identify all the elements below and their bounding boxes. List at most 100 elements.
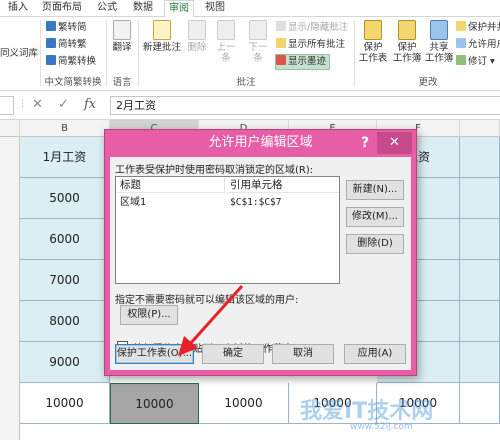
ribbon: 同义词库 繁转简 简转繁 简繁转换 中文简繁转换 翻译 语言 新建批注 删除 上… bbox=[0, 17, 500, 91]
cancel-button[interactable]: 取消 bbox=[272, 344, 334, 364]
modify-range-button[interactable]: 修改(M)... bbox=[346, 207, 404, 227]
group-separator bbox=[138, 20, 139, 86]
tab-view[interactable]: 视图 bbox=[202, 0, 228, 17]
column-title-header[interactable]: 标题 bbox=[117, 178, 225, 193]
cell-g6[interactable] bbox=[460, 342, 500, 383]
label: 简繁转换 bbox=[58, 56, 97, 67]
cell-g1[interactable] bbox=[460, 137, 500, 178]
group-label-comments: 批注 bbox=[236, 77, 256, 88]
label: 显示/隐藏批注 bbox=[288, 22, 349, 33]
cell-g5[interactable] bbox=[460, 301, 500, 342]
cancel-icon[interactable]: ✕ bbox=[32, 97, 43, 112]
protect-workbook-icon bbox=[398, 20, 416, 40]
row-headers bbox=[0, 137, 20, 440]
cell-b4[interactable]: 7000 bbox=[20, 260, 110, 301]
track-changes-button[interactable]: 修订 ▾ bbox=[456, 55, 495, 69]
close-icon[interactable]: ✕ bbox=[377, 132, 412, 154]
tab-data[interactable]: 数据 bbox=[130, 0, 156, 17]
column-header-b[interactable]: B bbox=[20, 120, 110, 137]
cell-b5[interactable]: 8000 bbox=[20, 301, 110, 342]
edit-ranges-icon bbox=[456, 38, 466, 48]
tab-page-layout[interactable]: 页面布局 bbox=[40, 0, 84, 17]
conversion-icon bbox=[46, 55, 56, 65]
allow-edit-ranges-button[interactable]: 允许用户 bbox=[456, 38, 500, 52]
next-comment-icon bbox=[249, 20, 267, 40]
cell-b2[interactable]: 5000 bbox=[20, 178, 110, 219]
protect-and-share-button[interactable]: 保护并共 bbox=[456, 21, 500, 35]
label: 新建批注 bbox=[142, 42, 181, 53]
comments-icon bbox=[276, 38, 286, 48]
share-workbook-button[interactable]: 共享 工作簿 bbox=[424, 20, 454, 64]
delete-comment-button[interactable]: 删除 bbox=[186, 20, 208, 53]
label: 显示墨迹 bbox=[288, 56, 327, 67]
cell-b1[interactable]: 1月工资 bbox=[20, 137, 110, 178]
insert-function-icon[interactable]: fx bbox=[84, 97, 96, 112]
group-label-language: 语言 bbox=[112, 77, 132, 88]
traditional-to-simplified-button[interactable]: 繁转简 bbox=[46, 21, 87, 35]
show-all-comments-button[interactable]: 显示所有批注 bbox=[276, 38, 345, 52]
formula-input[interactable]: 2月工资 bbox=[110, 96, 500, 115]
tab-insert[interactable]: 插入 bbox=[4, 0, 32, 17]
group-label-changes: 更改 bbox=[418, 77, 438, 88]
watermark: 我爱IT技术网 bbox=[300, 399, 434, 424]
label: 保护并共 bbox=[468, 22, 500, 33]
group-separator bbox=[106, 20, 107, 86]
chinese-conversion-button[interactable]: 简繁转换 bbox=[46, 55, 96, 69]
protect-workbook-button[interactable]: 保护 工作簿 bbox=[392, 20, 422, 64]
group-label-chinese: 中文简繁转换 bbox=[44, 77, 102, 88]
label: 保护 bbox=[363, 42, 383, 53]
translate-icon bbox=[113, 20, 131, 40]
track-changes-icon bbox=[456, 55, 466, 65]
group-separator bbox=[40, 20, 41, 86]
cell-b7[interactable]: 10000 bbox=[20, 383, 110, 424]
share-workbook-icon bbox=[430, 20, 448, 40]
delete-range-button[interactable]: 删除(D) bbox=[346, 234, 404, 254]
show-hide-comment-button[interactable]: 显示/隐藏批注 bbox=[276, 21, 348, 35]
tab-formulas[interactable]: 公式 bbox=[94, 0, 120, 17]
previous-comment-button[interactable]: 上一条 bbox=[212, 20, 240, 64]
ranges-listbox[interactable]: 标题 引用单元格 区域1 $C$1:$C$7 bbox=[115, 176, 340, 284]
group-separator bbox=[354, 20, 355, 86]
thesaurus-button[interactable]: 同义词库 bbox=[0, 47, 38, 61]
cell-b3[interactable]: 6000 bbox=[20, 219, 110, 260]
column-ref-header[interactable]: 引用单元格 bbox=[226, 178, 339, 193]
column-header-g[interactable] bbox=[460, 120, 500, 137]
label: 共享 bbox=[429, 42, 449, 53]
label: 上一条 bbox=[216, 42, 236, 64]
protect-sheet-icon bbox=[364, 20, 382, 40]
label: 工作表 bbox=[358, 53, 388, 64]
apply-button[interactable]: 应用(A) bbox=[344, 344, 406, 364]
cell-g2[interactable] bbox=[460, 178, 500, 219]
range-title: 区域1 bbox=[120, 197, 147, 208]
cell-c7[interactable]: 10000 bbox=[110, 383, 199, 424]
cell-g7[interactable] bbox=[460, 383, 500, 424]
label: 繁转简 bbox=[58, 22, 87, 33]
watermark-url: www.52ij.com bbox=[350, 422, 413, 432]
enter-icon[interactable]: ✓ bbox=[58, 97, 69, 112]
label: 翻译 bbox=[112, 42, 132, 53]
name-box[interactable] bbox=[0, 96, 14, 115]
protect-sheet-button[interactable]: 保护 工作表 bbox=[358, 20, 388, 64]
label: 删除 bbox=[187, 42, 207, 53]
list-item[interactable]: 区域1 $C$1:$C$7 bbox=[117, 195, 338, 210]
cell-b6[interactable]: 9000 bbox=[20, 342, 110, 383]
arrow-shaft bbox=[188, 284, 244, 346]
select-all-corner[interactable] bbox=[0, 120, 20, 137]
conversion-icon bbox=[46, 21, 56, 31]
lock-icon bbox=[456, 21, 466, 31]
new-comment-button[interactable]: 新建批注 bbox=[141, 20, 183, 53]
next-comment-button[interactable]: 下一条 bbox=[244, 20, 272, 64]
tab-review[interactable]: 审阅 bbox=[164, 0, 194, 18]
formula-bar: ⋮ ✕ ✓ fx 2月工资 bbox=[0, 91, 500, 120]
cell-d7[interactable]: 10000 bbox=[199, 383, 289, 424]
translate-button[interactable]: 翻译 bbox=[110, 20, 134, 53]
simplified-to-traditional-button[interactable]: 简转繁 bbox=[46, 38, 87, 52]
ink-icon bbox=[276, 55, 286, 65]
cell-g3[interactable] bbox=[460, 219, 500, 260]
show-ink-button[interactable]: 显示墨迹 bbox=[274, 54, 331, 70]
previous-comment-icon bbox=[217, 20, 235, 40]
help-icon[interactable]: ? bbox=[357, 131, 373, 155]
label: 工作簿 bbox=[392, 53, 422, 64]
cell-g4[interactable] bbox=[460, 260, 500, 301]
new-range-button[interactable]: 新建(N)... bbox=[346, 180, 404, 200]
